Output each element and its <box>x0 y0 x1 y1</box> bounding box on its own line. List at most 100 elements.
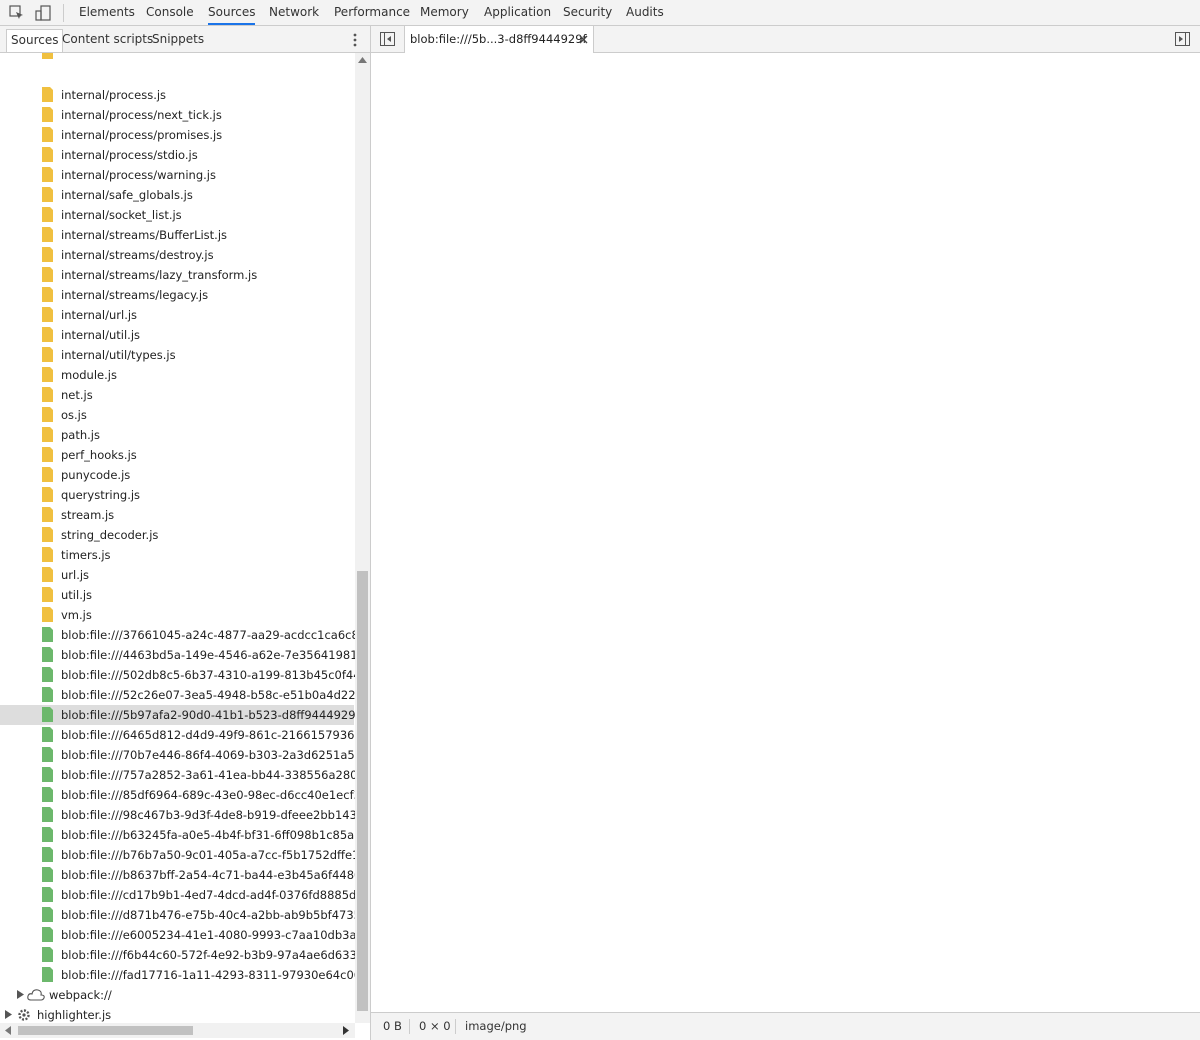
tree-item-label: blob:file:///98c467b3-9d3f-4de8-b919-dfe… <box>61 808 355 822</box>
tree-file[interactable]: blob:file:///70b7e446-86f4-4069-b303-2a3… <box>0 745 355 765</box>
tree-folder[interactable]: webpack:// <box>0 985 354 1005</box>
tree-file[interactable]: internal/util.js <box>0 325 354 345</box>
tree-file[interactable]: blob:file:///b63245fa-a0e5-4b4f-bf31-6ff… <box>0 825 354 845</box>
tree-file[interactable]: path.js <box>0 425 354 445</box>
tree-item-label: module.js <box>61 368 117 382</box>
tree-file[interactable]: internal/safe_globals.js <box>0 185 354 205</box>
tree-file[interactable]: internal/streams/BufferList.js <box>0 225 354 245</box>
tree-file[interactable]: blob:file:///6465d812-d4d9-49f9-861c-216… <box>0 725 355 745</box>
tree-file[interactable]: blob:file:///cd17b9b1-4ed7-4dcd-ad4f-037… <box>0 885 355 905</box>
device-toggle-icon[interactable] <box>34 4 52 22</box>
more-options-icon[interactable] <box>349 32 361 48</box>
script-file-icon <box>42 487 53 502</box>
tree-file[interactable]: blob:file:///757a2852-3a61-41ea-bb44-338… <box>0 765 355 785</box>
tree-file[interactable]: blob:file:///b8637bff-2a54-4c71-ba44-e3b… <box>0 865 355 885</box>
tree-file[interactable]: net.js <box>0 385 354 405</box>
tree-file[interactable]: blob:file:///fad17716-1a11-4293-8311-979… <box>0 965 355 985</box>
tab-application[interactable]: Application <box>484 0 551 25</box>
tree-file[interactable]: internal/url.js <box>0 305 354 325</box>
tree-file[interactable]: blob:file:///f6b44c60-572f-4e92-b3b9-97a… <box>0 945 355 965</box>
tree-file[interactable]: blob:file:///e6005234-41e1-4080-9993-c7a… <box>0 925 355 945</box>
tree-file[interactable]: blob:file:///52c26e07-3ea5-4948-b58c-e51… <box>0 685 355 705</box>
expand-arrow-icon[interactable] <box>5 1010 12 1019</box>
tab-console[interactable]: Console <box>146 0 194 25</box>
inspect-element-icon[interactable] <box>8 4 26 22</box>
image-file-icon <box>42 647 53 662</box>
vertical-scrollbar[interactable] <box>355 53 370 1023</box>
tree-file[interactable]: blob:file:///98c467b3-9d3f-4de8-b919-dfe… <box>0 805 355 825</box>
horizontal-scrollbar[interactable] <box>0 1023 355 1038</box>
scroll-left-arrow-icon[interactable] <box>5 1026 11 1035</box>
tree-file[interactable]: blob:file:///85df6964-689c-43e0-98ec-d6c… <box>0 785 355 805</box>
tab-performance[interactable]: Performance <box>334 0 410 25</box>
tab-network[interactable]: Network <box>269 0 319 25</box>
tree-file[interactable]: internal/socket_list.js <box>0 205 354 225</box>
editor-file-tab-label: blob:file:///5b...3-d8ff9444929f <box>410 32 587 46</box>
tree-file[interactable]: util.js <box>0 585 354 605</box>
tree-item-label: blob:file:///b63245fa-a0e5-4b4f-bf31-6ff… <box>61 828 355 842</box>
image-file-icon <box>42 727 53 742</box>
tree-file[interactable]: internal/process/warning.js <box>0 165 354 185</box>
tree-file[interactable]: stream.js <box>0 505 354 525</box>
toggle-debugger-icon[interactable] <box>1175 32 1190 46</box>
tab-memory[interactable]: Memory <box>420 0 469 25</box>
subtab-content-scripts[interactable]: Content scripts <box>58 29 157 50</box>
tree-file[interactable]: internal/process.js <box>0 85 354 105</box>
tree-file[interactable]: internal/streams/lazy_transform.js <box>0 265 354 285</box>
tree-file[interactable]: url.js <box>0 565 354 585</box>
tree-file[interactable]: blob:file:///4463bd5a-149e-4546-a62e-7e3… <box>0 645 355 665</box>
script-file-icon <box>42 367 53 382</box>
tab-sources[interactable]: Sources <box>208 0 256 25</box>
tab-audits[interactable]: Audits <box>626 0 664 25</box>
vertical-scrollbar-thumb[interactable] <box>357 571 368 1011</box>
tree-file[interactable]: blob:file:///b76b7a50-9c01-405a-a7cc-f5b… <box>0 845 355 865</box>
toggle-navigator-icon[interactable] <box>380 32 395 46</box>
tree-item-label: blob:file:///52c26e07-3ea5-4948-b58c-e51… <box>61 688 355 702</box>
tree-file[interactable]: timers.js <box>0 545 354 565</box>
script-file-icon <box>42 547 53 562</box>
tree-file[interactable]: vm.js <box>0 605 354 625</box>
scroll-up-arrow-icon[interactable] <box>358 57 367 63</box>
tree-file[interactable]: perf_hooks.js <box>0 445 354 465</box>
script-file-icon <box>42 567 53 582</box>
tree-item-label: string_decoder.js <box>61 528 159 542</box>
tree-file[interactable]: os.js <box>0 405 354 425</box>
script-file-icon <box>42 147 53 162</box>
tree-file[interactable]: blob:file:///5b97afa2-90d0-41b1-b523-d8f… <box>0 705 355 725</box>
tree-file-partial <box>42 53 53 59</box>
tree-item-label: blob:file:///f6b44c60-572f-4e92-b3b9-97a… <box>61 948 355 962</box>
tree-file[interactable]: internal/util/types.js <box>0 345 354 365</box>
script-file-icon <box>42 287 53 302</box>
scroll-right-arrow-icon[interactable] <box>343 1026 349 1035</box>
status-divider <box>409 1019 410 1034</box>
tab-security[interactable]: Security <box>563 0 612 25</box>
tree-file[interactable]: internal/process/next_tick.js <box>0 105 354 125</box>
tree-file[interactable]: internal/process/stdio.js <box>0 145 354 165</box>
tree-item-label: blob:file:///6465d812-d4d9-49f9-861c-216… <box>61 728 355 742</box>
tree-file[interactable]: string_decoder.js <box>0 525 354 545</box>
subtab-sources[interactable]: Sources <box>6 29 64 52</box>
image-file-icon <box>42 667 53 682</box>
expand-arrow-icon[interactable] <box>17 990 24 999</box>
editor-pane: blob:file:///5b...3-d8ff9444929f 0 B 0 ×… <box>371 26 1200 1040</box>
tree-file[interactable]: blob:file:///d871b476-e75b-40c4-a2bb-ab9… <box>0 905 355 925</box>
tree-file[interactable]: internal/streams/destroy.js <box>0 245 354 265</box>
subtab-snippets[interactable]: Snippets <box>148 29 208 50</box>
tree-file[interactable]: blob:file:///502db8c5-6b37-4310-a199-813… <box>0 665 355 685</box>
tree-file[interactable]: internal/process/promises.js <box>0 125 354 145</box>
tree-item-label: blob:file:///70b7e446-86f4-4069-b303-2a3… <box>61 748 355 762</box>
tree-file[interactable]: module.js <box>0 365 354 385</box>
tree-file[interactable]: querystring.js <box>0 485 354 505</box>
horizontal-scrollbar-thumb[interactable] <box>18 1026 193 1035</box>
close-tab-icon[interactable] <box>579 35 588 44</box>
image-size: 0 B <box>383 1019 402 1033</box>
tree-file[interactable]: blob:file:///37661045-a24c-4877-aa29-acd… <box>0 625 355 645</box>
tree-file[interactable]: internal/streams/legacy.js <box>0 285 354 305</box>
tree-file[interactable]: punycode.js <box>0 465 354 485</box>
tab-elements[interactable]: Elements <box>79 0 135 25</box>
tree-item-label: blob:file:///b76b7a50-9c01-405a-a7cc-f5b… <box>61 848 355 862</box>
editor-file-tab[interactable]: blob:file:///5b...3-d8ff9444929f <box>404 26 594 53</box>
tree-folder[interactable]: highlighter.js <box>0 1005 354 1023</box>
tree-item-label: url.js <box>61 568 90 582</box>
tree-item-label: internal/process/promises.js <box>61 128 223 142</box>
